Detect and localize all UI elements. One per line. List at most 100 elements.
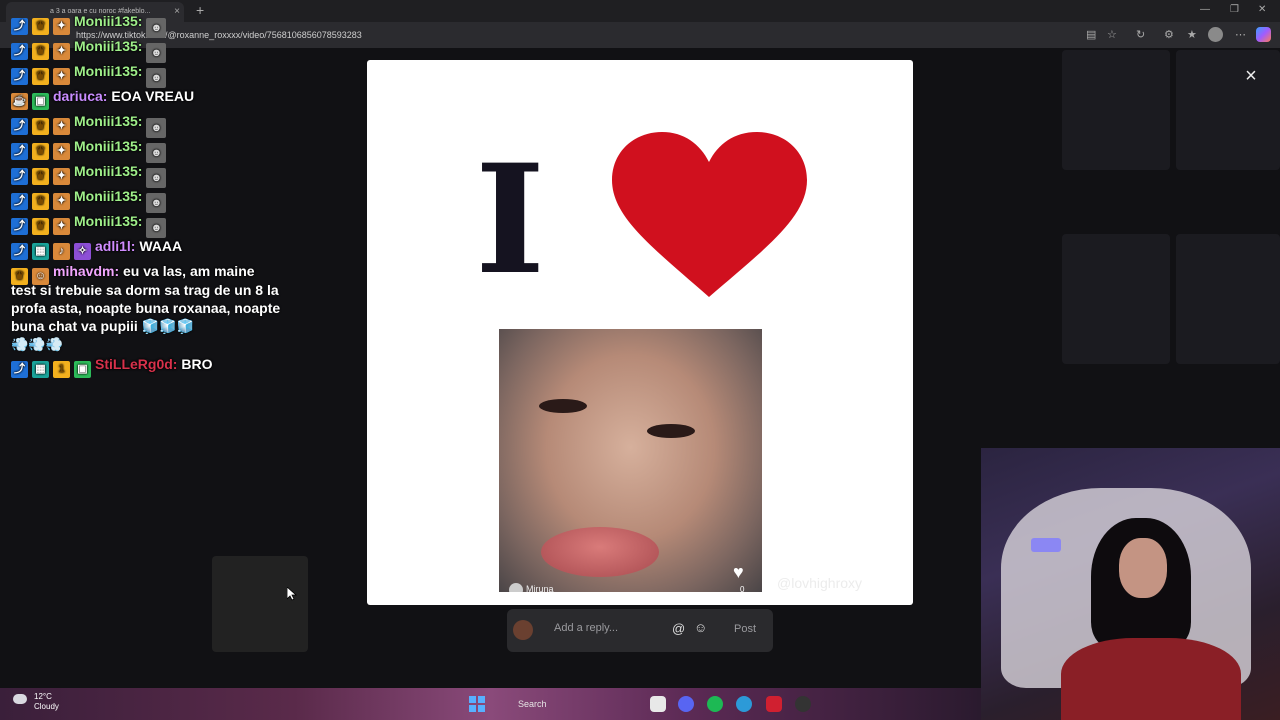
video-player[interactable]: Miruna ♥ 0 — [499, 329, 762, 592]
video-eye-right — [647, 424, 695, 438]
profile-avatar[interactable] — [1208, 27, 1223, 42]
edge-icon[interactable] — [736, 696, 752, 712]
tier-badge-icon: ▦ — [32, 243, 49, 260]
emote-icon: ☻ — [146, 18, 167, 38]
crown-badge-icon: ♛ — [32, 218, 49, 235]
chat-username: Moniii135: — [74, 113, 143, 129]
guitar-badge-icon: ♪ — [53, 243, 70, 260]
weather-condition: Cloudy — [34, 702, 59, 711]
post-button[interactable]: Post — [734, 623, 756, 635]
chat-username: adli1l: — [95, 238, 136, 254]
badge-icon: ⤴ — [11, 143, 28, 160]
window-close-icon[interactable]: ✕ — [1258, 4, 1266, 15]
cloud-icon — [13, 694, 27, 704]
badge-icon: ⤴ — [11, 243, 28, 260]
chat-message-continuation: test si trebuie sa dorm sa trag de un 8 … — [11, 281, 281, 353]
reply-input[interactable]: Add a reply... — [554, 622, 618, 634]
minimize-icon[interactable]: — — [1200, 4, 1210, 15]
emote-badge-icon: ✦ — [53, 68, 70, 85]
video-username[interactable]: Miruna — [526, 584, 554, 592]
webcam-body — [1061, 638, 1241, 720]
chat-text: WAAA — [139, 238, 183, 254]
spotify-icon[interactable] — [707, 696, 723, 712]
webcam-face — [1119, 538, 1167, 598]
copilot-icon[interactable] — [1256, 27, 1271, 42]
chat-username: dariuca: — [53, 88, 108, 104]
gift-badge-icon: ▣ — [32, 93, 49, 110]
purple-badge-icon: ✧ — [74, 243, 91, 260]
emote-icon: ☻ — [146, 168, 167, 188]
emoji-icon[interactable]: ☺ — [694, 620, 707, 635]
app-red-icon[interactable] — [766, 696, 782, 712]
reader-icon[interactable]: ▤ — [1086, 28, 1096, 41]
browser-tab-bar: a 3 a oara e cu noroc #fakeblo... × + — … — [0, 0, 1280, 22]
watermark: @lovhighroxy — [777, 575, 863, 591]
coffee-badge-icon: ☕ — [11, 93, 28, 110]
chat-message: ⤴ ▦ 1 ▣ StiLLeRg0d: BRO — [11, 356, 212, 378]
discord-icon[interactable] — [678, 696, 694, 712]
modal-close-icon[interactable]: × — [1239, 64, 1263, 88]
chat-text: EOA VREAU — [111, 88, 195, 104]
mouse-cursor-icon — [287, 587, 297, 601]
chat-message: ⤴ ♛ ✦ Moniii135: ☻ — [11, 13, 167, 38]
coin-badge-icon: 1 — [53, 361, 70, 378]
crown-badge-icon: ♛ — [32, 143, 49, 160]
chat-username: Moniii135: — [74, 188, 143, 204]
chat-message: ⤴ ♛ ✦ Moniii135: ☻ — [11, 138, 167, 163]
favorites-icon[interactable]: ★ — [1187, 28, 1197, 41]
badge-icon: ⤴ — [11, 361, 28, 378]
badge-icon: ⤴ — [11, 168, 28, 185]
more-menu-icon[interactable]: ⋯ — [1235, 28, 1246, 41]
address-bar: https://www.tiktok.com/@roxanne_roxxxx/v… — [0, 22, 1280, 48]
emote-badge-icon: ✦ — [53, 43, 70, 60]
taskbar-search[interactable]: Search — [500, 697, 590, 711]
like-count: 0 — [740, 585, 745, 592]
media-modal: I Miruna ♥ 0 @lovhighroxy — [367, 60, 913, 605]
tier-badge-icon: ▦ — [32, 361, 49, 378]
chat-message: ⤴ ♛ ✦ Moniii135: ☻ — [11, 38, 167, 63]
video-lips — [541, 527, 659, 577]
emote-badge-icon: ✦ — [53, 18, 70, 35]
chat-username: Moniii135: — [74, 13, 143, 29]
chat-username: StiLLeRg0d: — [95, 356, 178, 372]
weather-widget[interactable]: 12°C Cloudy — [34, 692, 59, 712]
chat-message: ☕ ▣ dariuca: EOA VREAU — [11, 88, 194, 110]
extensions-icon[interactable]: ⚙ — [1164, 28, 1174, 41]
crown-badge-icon: ♛ — [32, 43, 49, 60]
badge-icon: ⤴ — [11, 118, 28, 135]
video-eye-left — [539, 399, 587, 413]
heart-icon — [612, 132, 807, 297]
badge-icon: ⤴ — [11, 218, 28, 235]
chat-username: Moniii135: — [74, 63, 143, 79]
badge-icon: ⤴ — [11, 43, 28, 60]
like-heart-icon[interactable]: ♥ — [733, 562, 744, 583]
refresh-icon[interactable]: ↻ — [1136, 28, 1145, 41]
new-tab-button[interactable]: + — [196, 2, 204, 18]
reply-avatar — [513, 620, 533, 640]
chat-message: ⤴ ♛ ✦ Moniii135: ☻ — [11, 188, 167, 213]
crown-badge-icon: ♛ — [32, 118, 49, 135]
gift-badge-icon: ▣ — [74, 361, 91, 378]
chat-message: ⤴ ♛ ✦ Moniii135: ☻ — [11, 63, 167, 88]
taskbar — [0, 688, 981, 720]
tab-close-icon[interactable]: × — [174, 2, 180, 22]
emote-icon: ☻ — [146, 218, 167, 238]
windows-start-icon[interactable] — [469, 696, 485, 712]
crown-badge-icon: ♛ — [32, 168, 49, 185]
maximize-icon[interactable]: ❐ — [1230, 4, 1239, 15]
chat-username: Moniii135: — [74, 163, 143, 179]
obs-icon[interactable] — [795, 696, 811, 712]
mention-icon[interactable]: @ — [672, 621, 685, 636]
badge-icon: ⤴ — [11, 193, 28, 210]
emote-badge-icon: ✦ — [53, 218, 70, 235]
favorite-star-icon[interactable]: ☆ — [1107, 28, 1117, 41]
emote-icon: ☻ — [146, 118, 167, 138]
chat-username: Moniii135: — [74, 38, 143, 54]
emote-icon: ☻ — [146, 43, 167, 63]
video-user-avatar[interactable] — [509, 583, 523, 592]
crown-badge-icon: ♛ — [32, 18, 49, 35]
file-explorer-icon[interactable] — [650, 696, 666, 712]
emote-badge-icon: ✦ — [53, 193, 70, 210]
chat-message: ⤴ ♛ ✦ Moniii135: ☻ — [11, 113, 167, 138]
crown-badge-icon: ♛ — [32, 68, 49, 85]
